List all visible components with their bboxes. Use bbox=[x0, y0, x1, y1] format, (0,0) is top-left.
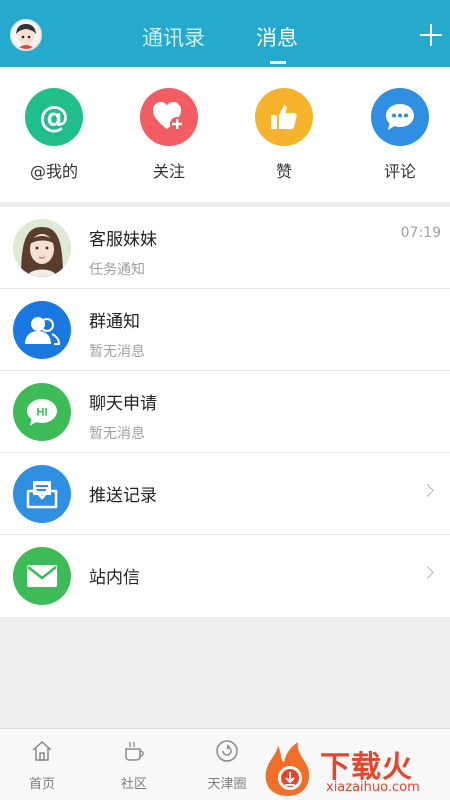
message-title: 推送记录 bbox=[89, 486, 157, 506]
quick-action-label: 关注 bbox=[152, 162, 185, 181]
nav-tianjin-circle[interactable]: 天津圈 bbox=[197, 739, 257, 792]
quick-action-mentions[interactable]: @ @我的 bbox=[14, 88, 94, 182]
message-title: 群通知 bbox=[89, 312, 140, 332]
tab-contacts[interactable]: 通讯录 bbox=[142, 22, 205, 52]
message-title: 站内信 bbox=[89, 568, 140, 588]
list-item-group-notice[interactable]: 群通知 暂无消息 bbox=[0, 289, 450, 371]
cup-icon bbox=[125, 741, 144, 761]
refresh-circle-icon bbox=[216, 740, 238, 762]
quick-action-follow[interactable]: 关注 bbox=[129, 88, 209, 182]
message-subtitle: 任务通知 bbox=[89, 262, 145, 278]
message-list: 客服妹妹 任务通知 07:19 群通知 暂无消息 HI 聊天申请 暂无消息 推送… bbox=[0, 207, 450, 617]
quick-action-label: 评论 bbox=[383, 162, 416, 181]
nav-label: 首页 bbox=[28, 777, 55, 792]
watermark-logo: 下载火 xiazaihuo.com bbox=[258, 740, 450, 800]
message-subtitle: 暂无消息 bbox=[89, 344, 145, 360]
nav-label: 社区 bbox=[120, 777, 147, 792]
group-icon bbox=[13, 301, 71, 359]
active-tab-indicator bbox=[270, 61, 286, 64]
user-avatar-icon bbox=[12, 21, 40, 49]
nav-home[interactable]: 首页 bbox=[12, 739, 72, 792]
hi-text: HI bbox=[37, 407, 48, 419]
quick-action-label: 赞 bbox=[275, 162, 292, 181]
list-item-push-records[interactable]: 推送记录 bbox=[0, 453, 450, 535]
hi-bubble-icon: HI bbox=[13, 383, 71, 441]
chevron-right-icon bbox=[421, 484, 434, 497]
envelope-icon bbox=[13, 547, 71, 605]
message-subtitle: 暂无消息 bbox=[89, 426, 145, 442]
service-avatar bbox=[13, 219, 71, 277]
tab-messages[interactable]: 消息 bbox=[256, 22, 298, 52]
chevron-right-icon bbox=[421, 566, 434, 579]
quick-actions: @ @我的 关注 赞 评论 bbox=[0, 67, 450, 202]
message-title: 客服妹妹 bbox=[89, 230, 157, 250]
quick-action-label: @我的 bbox=[29, 162, 78, 181]
nav-label: 天津圈 bbox=[207, 777, 247, 792]
top-bar: 通讯录 消息 bbox=[0, 0, 450, 67]
list-item-inbox[interactable]: 站内信 bbox=[0, 535, 450, 617]
chat-bubble-icon bbox=[371, 88, 429, 146]
thumbs-up-icon bbox=[255, 88, 313, 146]
flame-logo-icon bbox=[265, 742, 310, 796]
user-avatar[interactable] bbox=[10, 19, 42, 51]
heart-plus-icon bbox=[140, 88, 198, 146]
quick-action-comment[interactable]: 评论 bbox=[360, 88, 440, 182]
message-time: 07:19 bbox=[400, 225, 441, 241]
nav-community[interactable]: 社区 bbox=[104, 739, 164, 792]
add-icon[interactable] bbox=[420, 24, 442, 46]
inbox-icon bbox=[13, 465, 71, 523]
list-item-customer-service[interactable]: 客服妹妹 任务通知 07:19 bbox=[0, 207, 450, 289]
message-title: 聊天申请 bbox=[89, 394, 157, 414]
home-icon bbox=[32, 740, 52, 761]
quick-action-like[interactable]: 赞 bbox=[244, 88, 324, 182]
at-icon: @ bbox=[25, 88, 83, 146]
list-item-chat-request[interactable]: HI 聊天申请 暂无消息 bbox=[0, 371, 450, 453]
watermark-url: xiazaihuo.com bbox=[326, 780, 420, 795]
